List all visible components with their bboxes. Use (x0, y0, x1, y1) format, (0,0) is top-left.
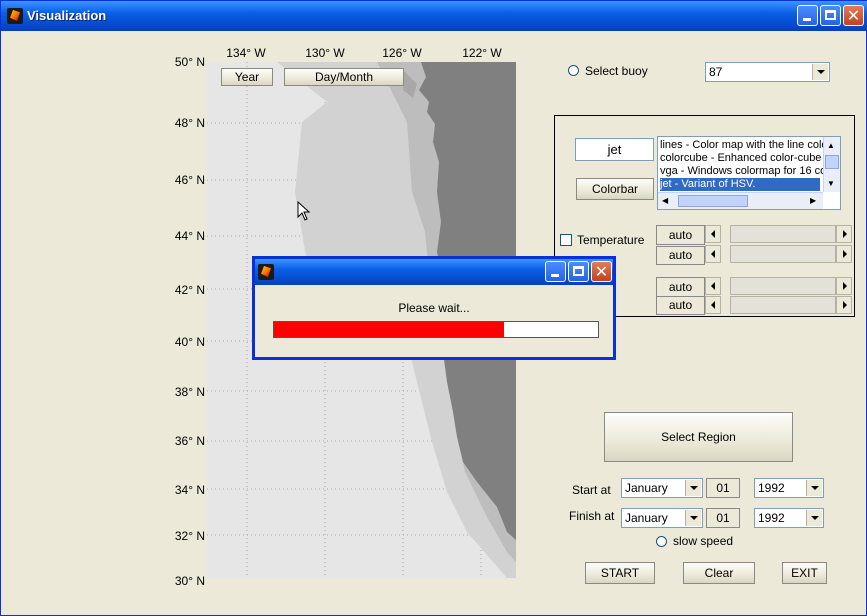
matlab-icon (7, 8, 23, 24)
range-max-left-arrow[interactable] (705, 296, 721, 314)
select-buoy-radio[interactable] (568, 65, 579, 76)
lat-label-40n: 40° N (174, 335, 205, 349)
list-hscroll-thumb[interactable] (678, 195, 748, 207)
minimize-icon (551, 274, 559, 277)
finish-year-value: 1992 (758, 511, 785, 525)
minimize-button[interactable] (797, 5, 818, 26)
list-item[interactable]: lines - Color map with the line colors. (660, 139, 840, 152)
lat-label-36n: 36° N (174, 434, 205, 448)
start-day-field[interactable]: 01 (706, 478, 740, 498)
lat-label-32n: 32° N (174, 529, 205, 543)
temperature-checkbox[interactable] (560, 234, 572, 246)
lat-label-44n: 44° N (174, 229, 205, 243)
scroll-down-icon: ▼ (827, 179, 835, 188)
dialog-minimize-button[interactable] (545, 261, 566, 282)
matlab-icon (258, 264, 274, 280)
scroll-right-icon: ▶ (810, 196, 817, 205)
close-button[interactable]: ✕ (843, 5, 864, 26)
chevron-down-icon (806, 480, 822, 496)
dialog-maximize-button[interactable] (568, 261, 589, 282)
mouse-cursor-icon (297, 201, 311, 221)
lon-label-126w: 126° W (382, 46, 422, 60)
maximize-icon (825, 10, 836, 20)
temp-min-right-arrow[interactable] (836, 225, 852, 243)
temp-min-slider[interactable] (730, 225, 836, 243)
colormap-listbox[interactable]: lines - Color map with the line colors. … (657, 136, 841, 210)
range-min-slider[interactable] (730, 277, 836, 295)
maximize-icon (573, 266, 584, 276)
range-min-left-arrow[interactable] (705, 277, 721, 295)
range-min-right-arrow[interactable] (836, 277, 852, 295)
scroll-left-icon: ◀ (662, 196, 669, 205)
exit-button[interactable]: EXIT (782, 562, 827, 584)
lon-label-134w: 134° W (226, 46, 266, 60)
minimize-icon (803, 18, 811, 21)
start-at-label: Start at (572, 483, 611, 497)
chevron-down-icon (812, 64, 828, 80)
start-month-select[interactable]: January (621, 478, 703, 498)
start-year-value: 1992 (758, 481, 785, 495)
day-month-button[interactable]: Day/Month (284, 68, 404, 86)
window-title: Visualization (27, 8, 107, 23)
dialog-close-button[interactable]: ✕ (591, 261, 612, 282)
progress-bar (273, 321, 599, 338)
list-item[interactable]: vga - Windows colormap for 16 colors. (660, 165, 840, 178)
select-region-button[interactable]: Select Region (604, 412, 793, 462)
lon-label-122w: 122° W (462, 46, 502, 60)
list-item-selected[interactable]: jet - Variant of HSV. (660, 178, 820, 191)
finish-day-field[interactable]: 01 (706, 508, 740, 528)
list-scroll-thumb[interactable] (825, 155, 839, 169)
temp-max-right-arrow[interactable] (836, 245, 852, 263)
list-item[interactable]: colorcube - Enhanced color-cube color ma… (660, 152, 840, 165)
lon-label-130w: 130° W (305, 46, 345, 60)
start-month-value: January (625, 481, 668, 495)
range-max-right-arrow[interactable] (836, 296, 852, 314)
colormap-name-field[interactable]: jet (575, 138, 654, 161)
range-max-field[interactable]: auto (656, 296, 705, 315)
title-bar[interactable]: Visualization ✕ (1, 1, 867, 31)
temperature-min-field[interactable]: auto (656, 225, 705, 245)
dialog-message: Please wait... (398, 301, 470, 315)
buoy-select-value: 87 (709, 65, 723, 79)
lat-label-42n: 42° N (174, 283, 205, 297)
chevron-down-icon (685, 510, 701, 526)
progress-dialog: ✕ Please wait... (252, 256, 616, 360)
slow-speed-label: slow speed (673, 534, 734, 548)
temp-max-slider[interactable] (730, 245, 836, 263)
slow-speed-radio[interactable] (656, 536, 667, 547)
list-vertical-scrollbar[interactable]: ▲ ▼ (823, 137, 840, 192)
temperature-max-field[interactable]: auto (656, 246, 705, 265)
temperature-label: Temperature (577, 233, 645, 247)
scroll-up-icon: ▲ (827, 141, 835, 150)
lat-label-46n: 46° N (174, 173, 205, 187)
select-buoy-label: Select buoy (585, 64, 648, 78)
finish-year-select[interactable]: 1992 (754, 508, 824, 528)
progress-bar-fill (274, 322, 504, 337)
finish-at-label: Finish at (569, 509, 615, 523)
list-horizontal-scrollbar[interactable]: ◀ ▶ (658, 192, 823, 209)
chevron-down-icon (806, 510, 822, 526)
close-icon: ✕ (594, 262, 609, 281)
clear-button[interactable]: Clear (683, 562, 755, 584)
start-year-select[interactable]: 1992 (754, 478, 824, 498)
finish-month-value: January (625, 511, 668, 525)
colorbar-button[interactable]: Colorbar (576, 178, 654, 200)
chevron-down-icon (685, 480, 701, 496)
range-min-field[interactable]: auto (656, 277, 705, 297)
lat-label-34n: 34° N (174, 483, 205, 497)
temp-max-left-arrow[interactable] (705, 245, 721, 263)
dialog-title-bar[interactable]: ✕ (255, 259, 613, 285)
temp-min-left-arrow[interactable] (705, 225, 721, 243)
lat-label-38n: 38° N (174, 385, 205, 399)
lat-label-48n: 48° N (174, 116, 205, 130)
maximize-button[interactable] (820, 5, 841, 26)
start-button[interactable]: START (585, 562, 655, 584)
finish-month-select[interactable]: January (621, 508, 703, 528)
year-button[interactable]: Year (221, 68, 273, 86)
range-max-slider[interactable] (730, 296, 836, 314)
lat-label-30n: 30° N (174, 574, 205, 588)
buoy-select[interactable]: 87 (705, 62, 830, 82)
close-icon: ✕ (846, 6, 861, 25)
lat-label-50n: 50° N (174, 55, 205, 69)
